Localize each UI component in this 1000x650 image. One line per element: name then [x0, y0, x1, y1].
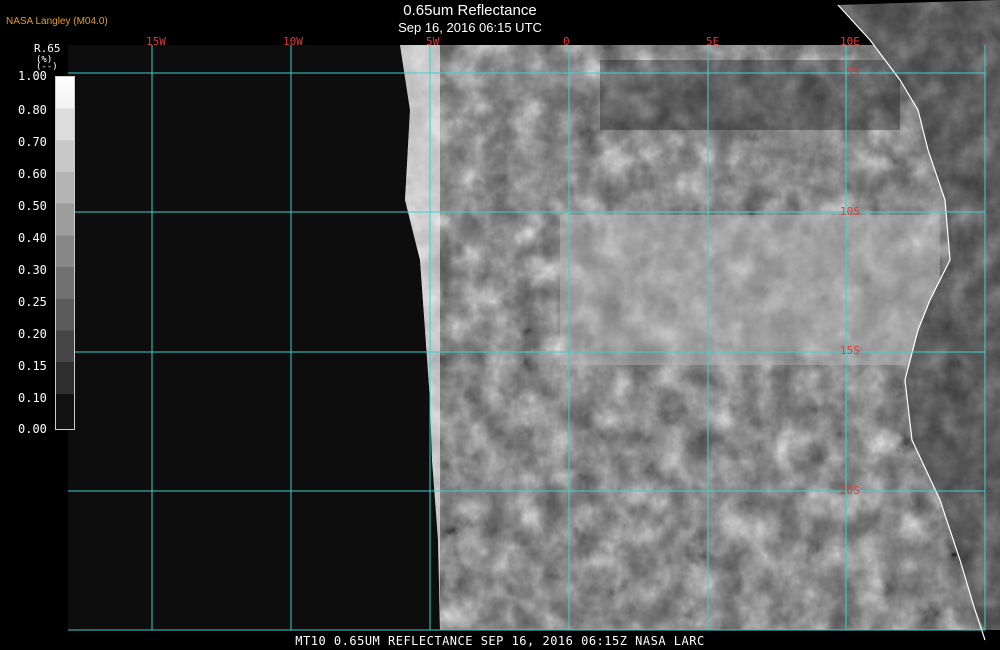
footer-caption: MT10 0.65UM REFLECTANCE SEP 16, 2016 06:…: [295, 634, 705, 648]
colorbar-tick: 0.60: [18, 167, 47, 181]
lat-label-20s: 20S: [840, 484, 860, 497]
lon-label-5w: 5W: [426, 35, 440, 48]
colorbar-tick: 0.80: [18, 103, 47, 117]
colorbar-tick: 0.40: [18, 231, 47, 245]
lat-label-5s: 5S: [846, 66, 860, 79]
map-title: 0.65um Reflectance: [403, 2, 537, 19]
colorbar-tick: 1.00: [18, 69, 47, 83]
lat-label-15s: 15S: [840, 344, 860, 357]
colorbar-tick: 0.00: [18, 422, 47, 436]
colorbar-tick: 0.15: [18, 359, 47, 373]
colorbar-label: R.65: [34, 42, 61, 55]
satellite-map: [68, 0, 1000, 641]
map-subtitle: Sep 16, 2016 06:15 UTC: [398, 20, 542, 35]
cloud-swath: [400, 45, 985, 630]
lat-label-10s: 10S: [840, 205, 860, 218]
lon-label-15w: 15W: [146, 35, 166, 48]
colorbar: [55, 76, 75, 430]
colorbar-tick: 0.70: [18, 135, 47, 149]
colorbar-tick: 0.30: [18, 263, 47, 277]
colorbar-tick: 0.10: [18, 391, 47, 405]
lon-label-0: 0: [563, 35, 570, 48]
colorbar-tick: 0.50: [18, 199, 47, 213]
colorbar-tick: 0.20: [18, 327, 47, 341]
lon-label-10w: 10W: [283, 35, 303, 48]
colorbar-tick: 0.25: [18, 295, 47, 309]
lon-label-10e: 10E: [840, 35, 860, 48]
lon-label-5e: 5E: [706, 35, 720, 48]
